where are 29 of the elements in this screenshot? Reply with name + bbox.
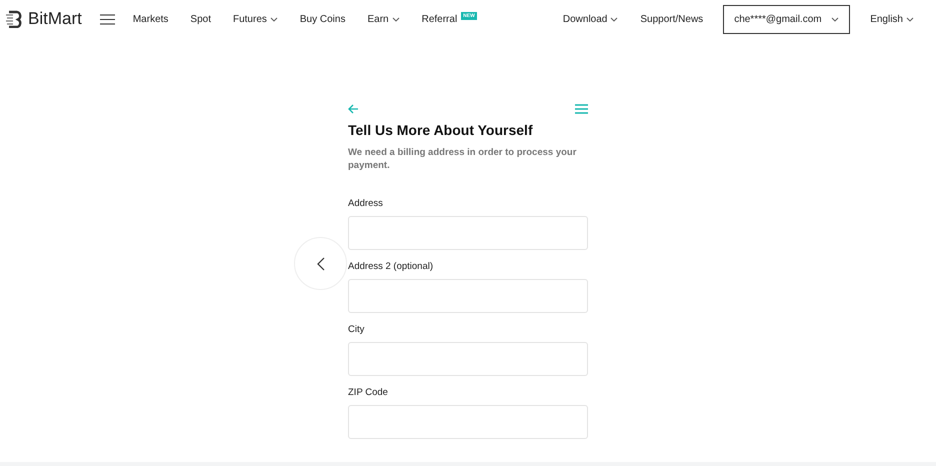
nav-link[interactable]: Support/News [640,14,704,24]
chevron-left-icon [316,256,324,270]
caret-icon [906,16,914,22]
field-label: ZIP Code [348,387,389,399]
input-field[interactable] [348,342,588,376]
nav-link[interactable]: Spot [190,14,211,24]
form-subtitle: We need a billing address in order to process your payment. [348,146,578,172]
brand-name[interactable]: BitMart [28,9,82,29]
form-title: Tell Us More About Yourself [348,122,534,138]
field-label: City [348,324,366,336]
caret-icon [392,16,400,22]
input-field[interactable] [348,405,588,439]
input-field[interactable] [348,279,588,313]
nav-link[interactable]: Futures [232,14,278,24]
account-dropdown[interactable]: che****@gmail.com [723,4,850,34]
caret-icon [610,16,618,22]
back-arrow-icon[interactable] [348,104,359,114]
language-select[interactable]: English [870,14,914,24]
menu-icon[interactable] [100,14,115,24]
input-field[interactable] [348,216,588,250]
nav-link[interactable]: Earn [367,14,400,24]
nav-link[interactable]: Download [562,14,618,24]
caret-icon [270,16,278,22]
caret-icon [831,16,840,22]
field-label: Address 2 (optional) [348,261,434,273]
nav-link[interactable]: Markets [132,14,168,24]
field-label: Address [348,198,384,210]
nav-link[interactable]: Buy Coins [300,14,346,24]
logo-icon [6,10,24,28]
